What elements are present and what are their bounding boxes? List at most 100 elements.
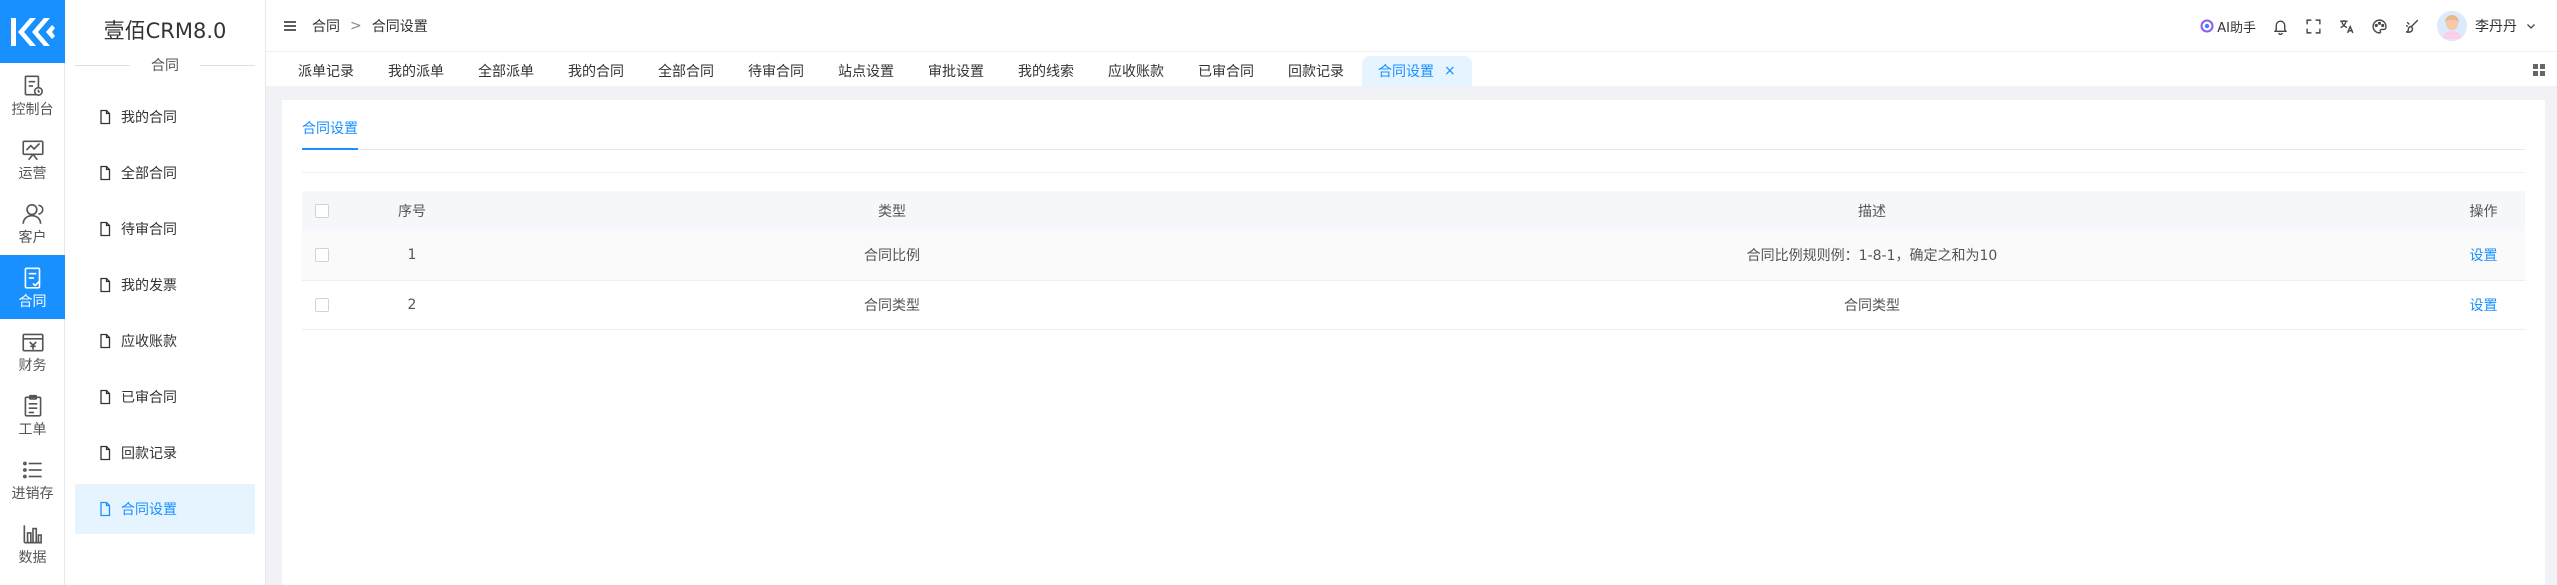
ai-assistant-icon bbox=[2200, 19, 2214, 33]
subnav-item-approved-contracts[interactable]: 已审合同 bbox=[75, 372, 255, 422]
tab-label: 我的合同 bbox=[568, 64, 624, 80]
tab-my-contracts[interactable]: 我的合同 bbox=[552, 56, 640, 86]
subnav-item-label: 应收账款 bbox=[121, 334, 177, 350]
divider bbox=[302, 172, 2525, 173]
rail-item-work-order[interactable]: 工单 bbox=[0, 383, 65, 447]
document-icon bbox=[100, 333, 111, 349]
document-icon bbox=[100, 109, 111, 125]
tab-label: 我的线索 bbox=[1018, 64, 1074, 80]
tab-my-leads[interactable]: 我的线索 bbox=[1002, 56, 1090, 86]
row-checkbox-cell bbox=[302, 231, 342, 280]
table-row: 2 合同类型 合同类型 设置 bbox=[302, 280, 2525, 329]
tab-close-icon[interactable]: × bbox=[1444, 63, 1456, 79]
subnav-item-my-invoices[interactable]: 我的发票 bbox=[75, 260, 255, 310]
rail-item-contract[interactable]: 合同 bbox=[0, 255, 65, 319]
subnav-item-label: 合同设置 bbox=[121, 502, 177, 518]
tab-label: 站点设置 bbox=[838, 64, 894, 80]
content-tab-contract-settings[interactable]: 合同设置 bbox=[302, 118, 358, 150]
rail-item-operations[interactable]: 运营 bbox=[0, 127, 65, 191]
tab-all-contracts[interactable]: 全部合同 bbox=[642, 56, 730, 86]
row-action-cell: 设置 bbox=[2442, 280, 2525, 329]
column-header: 操作 bbox=[2469, 204, 2498, 220]
breadcrumb: 合同 > 合同设置 bbox=[312, 16, 428, 36]
tab-label: 回款记录 bbox=[1288, 64, 1344, 80]
theme-palette-icon[interactable] bbox=[2371, 18, 2388, 35]
user-avatar-icon bbox=[2437, 11, 2467, 41]
settings-link[interactable]: 设置 bbox=[2470, 298, 2498, 314]
row-checkbox[interactable] bbox=[315, 248, 329, 263]
subnav-item-pending-contracts[interactable]: 待审合同 bbox=[75, 204, 255, 254]
tab-dispatch-records[interactable]: 派单记录 bbox=[282, 56, 370, 86]
skin-brush-icon[interactable] bbox=[2404, 18, 2421, 35]
rail-label: 客户 bbox=[18, 229, 47, 246]
subnav-section-title: 合同 bbox=[65, 50, 265, 80]
rail-item-finance[interactable]: 财务 bbox=[0, 319, 65, 383]
subnav-item-label: 我的发票 bbox=[121, 278, 177, 294]
tab-site-settings[interactable]: 站点设置 bbox=[822, 56, 910, 86]
document-icon bbox=[100, 445, 111, 461]
rail-item-dashboard[interactable]: 控制台 bbox=[0, 63, 65, 127]
header-checkbox-cell bbox=[302, 191, 342, 231]
rail-label: 进销存 bbox=[11, 485, 54, 502]
select-all-checkbox[interactable] bbox=[315, 204, 329, 218]
row-checkbox[interactable] bbox=[315, 297, 329, 312]
menu-toggle-icon[interactable] bbox=[282, 18, 298, 34]
subnav-menu: 我的合同 全部合同 待审合同 我的发票 应收账款 已审合同 回款记录 合同设置 bbox=[65, 92, 265, 534]
breadcrumb-item-contract[interactable]: 合同 bbox=[312, 16, 340, 36]
rail-item-customer[interactable]: 客户 bbox=[0, 191, 65, 255]
language-icon[interactable] bbox=[2338, 18, 2355, 35]
document-icon bbox=[100, 501, 111, 517]
tab-label: 合同设置 bbox=[1378, 64, 1434, 80]
breadcrumb-separator: > bbox=[350, 17, 362, 34]
tab-label: 审批设置 bbox=[928, 64, 984, 80]
subnav-item-contract-settings[interactable]: 合同设置 bbox=[75, 484, 255, 534]
rail-label: 财务 bbox=[18, 357, 47, 374]
subnav-item-receivables[interactable]: 应收账款 bbox=[75, 316, 255, 366]
column-header: 序号 bbox=[398, 204, 426, 220]
document-icon bbox=[100, 277, 111, 293]
subnav-item-my-contracts[interactable]: 我的合同 bbox=[75, 92, 255, 142]
tab-label: 应收账款 bbox=[1108, 64, 1164, 80]
app-logo[interactable] bbox=[0, 0, 65, 63]
tab-my-dispatch[interactable]: 我的派单 bbox=[372, 56, 460, 86]
tab-contract-settings[interactable]: 合同设置 × bbox=[1362, 56, 1472, 86]
tab-all-dispatch[interactable]: 全部派单 bbox=[462, 56, 550, 86]
logo-icon bbox=[10, 17, 55, 46]
page-tabs-bar: 派单记录 我的派单 全部派单 我的合同 全部合同 待审合同 站点设置 审批设置 … bbox=[266, 52, 2557, 86]
fullscreen-icon[interactable] bbox=[2305, 18, 2322, 35]
header-actions: AI助手 李丹丹 bbox=[2200, 0, 2537, 52]
subnav-item-payment-records[interactable]: 回款记录 bbox=[75, 428, 255, 478]
tab-label: 全部合同 bbox=[658, 64, 714, 80]
rail-item-inventory[interactable]: 进销存 bbox=[0, 447, 65, 511]
tab-label: 已审合同 bbox=[1198, 64, 1254, 80]
settings-link[interactable]: 设置 bbox=[2470, 248, 2498, 264]
ai-assistant-button[interactable]: AI助手 bbox=[2200, 17, 2256, 36]
row-type: 合同比例 bbox=[864, 248, 920, 265]
data-bar-icon bbox=[23, 524, 42, 543]
subnav-item-all-contracts[interactable]: 全部合同 bbox=[75, 148, 255, 198]
tab-approved-contracts[interactable]: 已审合同 bbox=[1182, 56, 1270, 86]
tab-approval-settings[interactable]: 审批设置 bbox=[912, 56, 1000, 86]
subnav-item-label: 回款记录 bbox=[121, 446, 177, 462]
breadcrumb-item-current: 合同设置 bbox=[371, 18, 428, 35]
tabs-grid-menu-icon[interactable] bbox=[2531, 62, 2547, 78]
bell-icon[interactable] bbox=[2272, 18, 2289, 35]
rail-label: 运营 bbox=[18, 165, 47, 182]
document-icon bbox=[100, 165, 111, 181]
work-order-icon bbox=[24, 394, 41, 417]
column-header: 类型 bbox=[878, 204, 906, 220]
content-tabs: 合同设置 bbox=[302, 100, 2525, 150]
row-description: 合同比例规则例：1-8-1，确定之和为10 bbox=[1746, 248, 1998, 265]
column-header: 描述 bbox=[1858, 204, 1886, 220]
row-checkbox-cell bbox=[302, 280, 342, 329]
avatar bbox=[2437, 11, 2467, 41]
row-index: 2 bbox=[407, 296, 417, 313]
user-menu[interactable]: 李丹丹 bbox=[2437, 11, 2537, 41]
tab-pending-contracts[interactable]: 待审合同 bbox=[732, 56, 820, 86]
brand-name: 壹佰CRM8.0 bbox=[103, 19, 227, 43]
tab-receivables[interactable]: 应收账款 bbox=[1092, 56, 1180, 86]
tab-payment-records[interactable]: 回款记录 bbox=[1272, 56, 1360, 86]
user-name: 李丹丹 bbox=[2475, 19, 2517, 35]
dashboard-icon bbox=[24, 74, 43, 96]
rail-item-data[interactable]: 数据 bbox=[0, 511, 65, 575]
